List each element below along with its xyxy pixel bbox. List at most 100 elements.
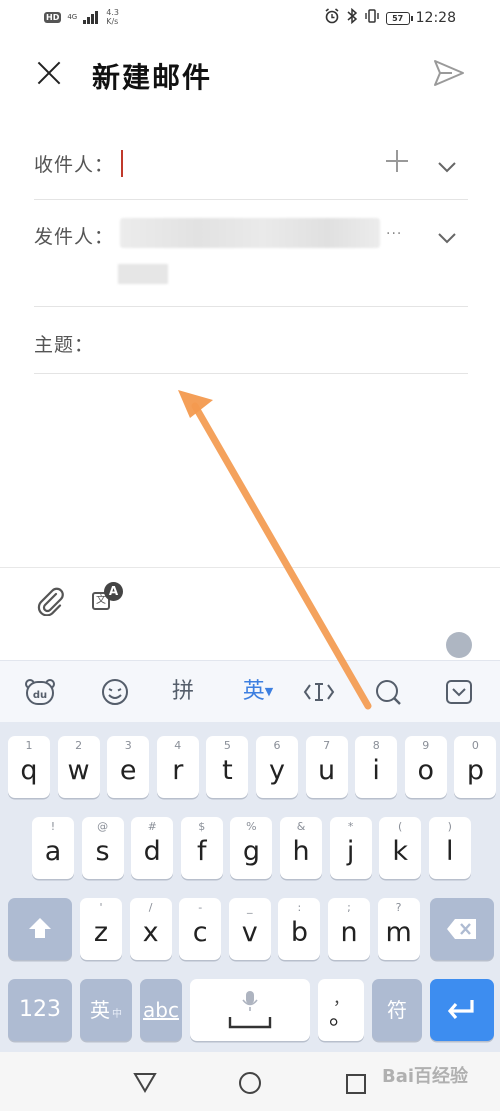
network-label: 4G: [67, 13, 78, 21]
key-d-alt: #: [147, 820, 157, 833]
key-f[interactable]: $ f: [180, 817, 223, 879]
key-c-alt: -: [198, 901, 203, 914]
key-o-alt: 9: [422, 739, 430, 752]
translate-icon[interactable]: 文 A: [90, 582, 124, 616]
key-b-label: b: [290, 917, 308, 948]
numbers-key[interactable]: 123: [8, 979, 72, 1041]
key-b[interactable]: :b: [278, 898, 321, 960]
key-t[interactable]: 5t: [206, 736, 249, 798]
key-w[interactable]: 2w: [57, 736, 100, 798]
key-k-label: k: [392, 836, 408, 867]
key-e[interactable]: 3e: [107, 736, 150, 798]
key-x[interactable]: / x: [129, 898, 172, 960]
from-divider: [34, 306, 468, 307]
key-s[interactable]: @ s: [81, 817, 124, 879]
key-h[interactable]: & h: [280, 817, 322, 879]
network-type: 4G: [67, 13, 77, 21]
key-w-label: w: [67, 755, 90, 786]
cursor-move-icon[interactable]: [302, 677, 336, 707]
key-l[interactable]: ) l: [428, 817, 471, 879]
space-key[interactable]: [190, 979, 310, 1041]
key-c[interactable]: -c: [179, 898, 222, 960]
key-n[interactable]: ; n: [328, 898, 370, 960]
add-recipient-icon[interactable]: [386, 150, 408, 172]
english-toggle[interactable]: 英▼: [236, 677, 280, 707]
key-z[interactable]: ' z: [80, 898, 122, 960]
search-icon[interactable]: [372, 677, 404, 707]
du-bear-icon[interactable]: du: [22, 677, 58, 707]
symbols-key[interactable]: 符: [372, 979, 422, 1041]
enter-key[interactable]: [430, 979, 494, 1041]
key-q[interactable]: 1q: [8, 736, 50, 798]
key-a-label: a: [44, 836, 62, 867]
language-key[interactable]: 英 中: [80, 979, 132, 1041]
key-o[interactable]: 9o: [404, 736, 447, 798]
speed-value: 4.3: [106, 8, 119, 17]
key-e-alt: 3: [124, 739, 132, 752]
abc-key[interactable]: abc: [140, 979, 182, 1041]
language-key-sub: 中: [112, 1009, 122, 1020]
emoji-icon[interactable]: [99, 677, 131, 707]
network-speed: 4.3 K/s: [106, 8, 119, 26]
key-g[interactable]: % g: [230, 817, 273, 879]
key-z-label: z: [93, 917, 109, 948]
backspace-key[interactable]: [430, 898, 494, 960]
key-m-alt: ?: [395, 901, 402, 914]
key-i-label: i: [372, 755, 380, 786]
back-triangle-icon[interactable]: [132, 1070, 158, 1098]
key-k-alt: (: [398, 820, 403, 833]
key-i-alt: 8: [372, 739, 380, 752]
key-f-alt: $: [198, 820, 206, 833]
key-p[interactable]: 0p: [454, 736, 497, 798]
key-p-alt: 0: [471, 739, 479, 752]
key-y[interactable]: 6y: [256, 736, 298, 798]
hide-keyboard-icon[interactable]: [444, 677, 474, 707]
caret-down-icon: ▼: [264, 685, 274, 698]
from-expand-chevron-icon[interactable]: [437, 229, 457, 244]
battery-icon: 57: [385, 11, 413, 25]
key-j[interactable]: * j: [329, 817, 372, 879]
key-m-label: m: [385, 917, 412, 948]
to-expand-chevron-icon[interactable]: [437, 158, 457, 173]
key-i[interactable]: 8i: [355, 736, 398, 798]
status-left: HD 4G 4.3 K/s: [44, 8, 119, 26]
home-circle-icon[interactable]: [238, 1071, 262, 1099]
from-label: 发件人：: [34, 226, 115, 248]
key-x-label: x: [142, 917, 159, 948]
close-icon[interactable]: [34, 58, 64, 88]
key-m[interactable]: ? m: [377, 898, 420, 960]
key-q-alt: 1: [25, 739, 33, 752]
key-d-label: d: [143, 836, 161, 867]
punctuation-key[interactable]: ， 。: [318, 979, 364, 1041]
clock: 12:28: [415, 10, 456, 26]
send-icon[interactable]: [432, 58, 466, 88]
key-u[interactable]: 7u: [305, 736, 348, 798]
mail-body-input[interactable]: [34, 380, 468, 560]
numbers-key-label: 123: [19, 997, 61, 1022]
key-v[interactable]: _ v: [228, 898, 271, 960]
to-input-cursor[interactable]: [121, 150, 123, 177]
compose-header: 新建邮件: [0, 44, 500, 104]
key-f-label: f: [197, 836, 207, 867]
key-w-alt: 2: [75, 739, 83, 752]
key-a[interactable]: ! a: [32, 817, 74, 879]
assistant-float-icon[interactable]: [446, 632, 472, 658]
key-j-alt: *: [347, 820, 354, 833]
pinyin-toggle[interactable]: 拼: [166, 677, 200, 707]
keyboard: 1q2w3e4r5t6y7u8i9o0p ! a @ s # d $ f% g & h * j(k) l …: [0, 722, 500, 1052]
bluetooth-icon: [346, 7, 358, 28]
key-d[interactable]: # d: [131, 817, 174, 879]
recents-square-icon[interactable]: [345, 1073, 367, 1099]
subject-input[interactable]: [110, 322, 468, 366]
key-l-alt: ): [447, 820, 452, 833]
key-g-label: g: [242, 836, 260, 867]
period-label: 。: [329, 1002, 353, 1030]
key-u-alt: 7: [323, 739, 331, 752]
key-k[interactable]: (k: [379, 817, 422, 879]
compose-toolbar: 文 A: [0, 567, 500, 627]
paperclip-icon[interactable]: [34, 586, 66, 617]
key-r[interactable]: 4r: [156, 736, 199, 798]
shift-key[interactable]: [8, 898, 72, 960]
battery-level: 57: [392, 13, 404, 23]
key-h-label: h: [292, 836, 310, 867]
